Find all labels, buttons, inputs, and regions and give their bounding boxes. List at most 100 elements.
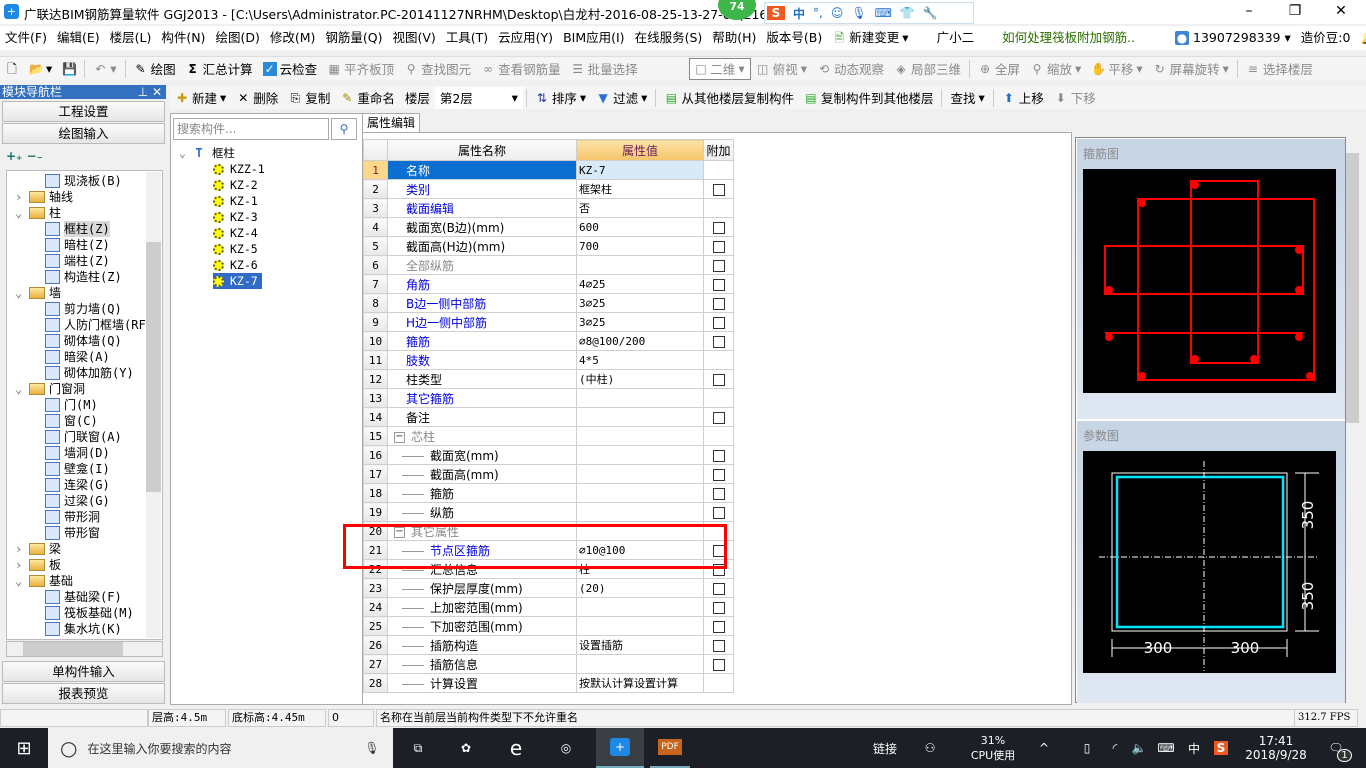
mic-icon[interactable]: 🎙	[851, 6, 866, 20]
property-row[interactable]: 24 上加密范围(mm)	[363, 597, 734, 617]
property-value[interactable]	[576, 464, 704, 484]
nav-tree-item[interactable]: 砌体加筋(Y)	[7, 365, 162, 381]
clock[interactable]: 17:41 2018/9/28	[1238, 728, 1314, 768]
nav-tree-item[interactable]: 暗柱(Z)	[7, 237, 162, 253]
bell-icon[interactable]: 🔔	[1355, 26, 1366, 50]
restore-button[interactable]: ❐	[1272, 0, 1318, 24]
undo-button[interactable]: ↶ ▾	[88, 58, 121, 80]
minimize-button[interactable]: –	[1226, 0, 1272, 24]
nav-tree-item[interactable]: 构造柱(Z)	[7, 269, 162, 285]
batch-select-button[interactable]: ☰ 批量选择	[566, 58, 643, 80]
nav-tree-item[interactable]: 壁龛(I)	[7, 461, 162, 477]
property-value[interactable]: (20)	[576, 578, 704, 598]
property-row[interactable]: 17 截面高(mm)	[363, 464, 734, 484]
view-rebar-button[interactable]: ∞ 查看钢筋量	[476, 58, 566, 80]
preview-scrollbar[interactable]	[1346, 137, 1359, 703]
new-component-button[interactable]: ✚ 新建 ▾	[170, 87, 231, 109]
component-item[interactable]: KZ-7	[213, 273, 262, 289]
copy-from-floor-button[interactable]: ▤ 从其他楼层复制构件	[659, 87, 799, 109]
nav-tree-item[interactable]: ⌄ 柱	[7, 205, 162, 221]
open-button[interactable]: 📂 ▾	[24, 58, 57, 80]
menu-tools[interactable]: 工具(T)	[441, 26, 493, 50]
extra-checkbox[interactable]	[712, 411, 725, 424]
nav-tree-item[interactable]: 过梁(G)	[7, 493, 162, 509]
nav-tree-item[interactable]: ⌄ 基础	[7, 573, 162, 589]
extra-checkbox[interactable]	[712, 259, 725, 272]
extra-checkbox[interactable]	[712, 278, 725, 291]
local-3d-button[interactable]: ◈ 局部三维	[889, 58, 966, 80]
taskbar-search[interactable]: ○ 在这里输入你要搜索的内容	[48, 728, 393, 768]
extra-checkbox-cell[interactable]	[703, 274, 734, 294]
extra-checkbox-cell[interactable]	[703, 635, 734, 655]
align-top-button[interactable]: ▦ 平齐板顶	[322, 58, 399, 80]
menu-bim[interactable]: BIM应用(I)	[558, 26, 630, 50]
extra-checkbox[interactable]	[712, 658, 725, 671]
top-view-button[interactable]: ◫ 俯视 ▾	[751, 58, 812, 80]
ime-indicator[interactable]: 中	[1183, 728, 1205, 768]
zoom-button[interactable]: ⚲ 缩放 ▾	[1025, 58, 1086, 80]
component-item[interactable]: KZ-6	[213, 257, 258, 273]
nav-tree-item[interactable]: 人防门框墙(RF	[7, 317, 162, 333]
menu-cloud[interactable]: 云应用(Y)	[493, 26, 558, 50]
extra-checkbox-cell[interactable]	[703, 483, 734, 503]
copy-to-floor-button[interactable]: ▤ 复制构件到其他楼层	[799, 87, 939, 109]
property-row[interactable]: 7 角筋 4⌀25	[363, 274, 734, 294]
sogou-tray-icon[interactable]: S	[1210, 728, 1232, 768]
menu-edit[interactable]: 编辑(E)	[52, 26, 105, 50]
search-icon[interactable]: ⚲	[331, 118, 357, 140]
property-row[interactable]: 9 H边一侧中部筋 3⌀25	[363, 312, 734, 332]
volume-icon[interactable]: 🔈	[1127, 728, 1151, 768]
extra-checkbox[interactable]	[712, 221, 725, 234]
nav-tree-item[interactable]: 基础梁(F)	[7, 589, 162, 605]
collapse-all-icon[interactable]: −₋	[27, 149, 43, 163]
extra-checkbox-cell[interactable]	[703, 160, 734, 180]
property-row[interactable]: 10 箍筋 ⌀8@100/200	[363, 331, 734, 351]
extra-checkbox[interactable]	[712, 297, 725, 310]
property-value[interactable]	[576, 502, 704, 522]
property-row[interactable]: 28 计算设置 按默认计算设置计算	[363, 673, 734, 693]
account-button[interactable]: ● 13907298339 ▾	[1170, 26, 1296, 50]
extra-checkbox[interactable]	[712, 620, 725, 633]
extra-checkbox-cell[interactable]	[703, 578, 734, 598]
menu-rebar[interactable]: 钢筋量(Q)	[320, 26, 387, 50]
extra-checkbox-cell[interactable]	[703, 179, 734, 199]
ime-lang[interactable]: 中	[793, 5, 805, 22]
property-value[interactable]: 700	[576, 236, 704, 256]
shirt-icon[interactable]: 👕	[900, 6, 915, 20]
extra-checkbox-cell[interactable]	[703, 198, 734, 218]
menu-component[interactable]: 构件(N)	[156, 26, 210, 50]
property-row[interactable]: 15− 芯柱	[363, 426, 734, 446]
extra-checkbox-cell[interactable]	[703, 255, 734, 275]
pin-close-icons[interactable]: ⊥ ✕	[138, 85, 162, 99]
property-value[interactable]	[576, 597, 704, 617]
extra-checkbox-cell[interactable]	[703, 312, 734, 332]
nav-tree-item[interactable]: 暗梁(A)	[7, 349, 162, 365]
tip-link[interactable]: 如何处理筏板附加钢筋..	[997, 26, 1141, 50]
property-value[interactable]	[576, 654, 704, 674]
extra-checkbox-cell[interactable]	[703, 388, 734, 408]
nav-tree-item[interactable]: 门(M)	[7, 397, 162, 413]
property-value[interactable]: KZ-7	[576, 160, 704, 180]
extra-checkbox-cell[interactable]	[703, 426, 734, 446]
move-down-button[interactable]: ⬇ 下移	[1049, 87, 1101, 109]
pan-button[interactable]: ✋ 平移 ▾	[1086, 58, 1147, 80]
component-item[interactable]: KZ-2	[213, 177, 258, 193]
menu-draw[interactable]: 绘图(D)	[210, 26, 264, 50]
property-row[interactable]: 5 截面高(H边)(mm) 700	[363, 236, 734, 256]
extra-checkbox-cell[interactable]	[703, 350, 734, 370]
expand-all-icon[interactable]: +₊	[6, 149, 22, 163]
nav-tree-item[interactable]: 砌体墙(Q)	[7, 333, 162, 349]
chevron-down-icon[interactable]: ⌄	[15, 381, 25, 397]
property-row[interactable]: 27 插筋信息	[363, 654, 734, 674]
ime-toolbar[interactable]: S 中 °, ☺ 🎙 ⌨ 👕 🔧	[764, 2, 974, 24]
chevron-right-icon[interactable]: ›	[15, 541, 25, 557]
nav-tree-item[interactable]: 剪力墙(Q)	[7, 301, 162, 317]
view-mode-select[interactable]: □ 二维 ▾	[688, 57, 751, 80]
notification-center[interactable]: 🗨 1	[1320, 728, 1360, 768]
ie-icon[interactable]: e	[496, 728, 536, 768]
app-swirl-icon[interactable]: ◎	[546, 728, 586, 768]
property-value[interactable]: 600	[576, 217, 704, 237]
nav-tree-item[interactable]: ⌄ 门窗洞	[7, 381, 162, 397]
component-item[interactable]: KZ-5	[213, 241, 258, 257]
nav-tree-item[interactable]: 筏板基础(M)	[7, 605, 162, 621]
